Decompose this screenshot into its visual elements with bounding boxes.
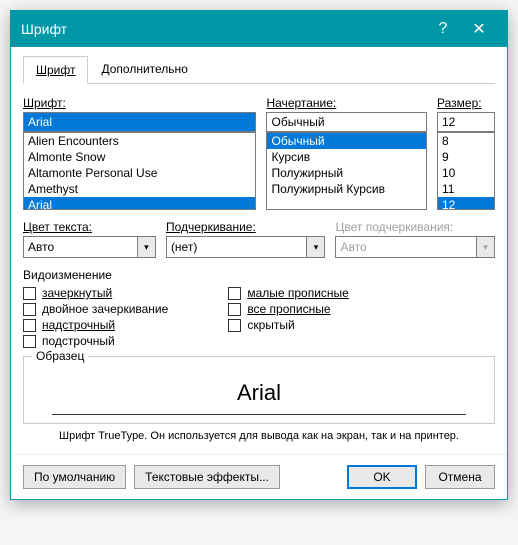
preview-label: Образец xyxy=(32,349,88,363)
list-item[interactable]: Arial xyxy=(24,197,255,210)
titlebar: Шрифт ? ✕ xyxy=(11,11,507,47)
font-label: Шрифт: xyxy=(23,96,256,110)
window-title: Шрифт xyxy=(21,21,425,37)
style-input[interactable]: Обычный xyxy=(266,112,427,132)
check-smallcaps[interactable]: малые прописные xyxy=(228,286,349,300)
style-listbox[interactable]: Обычный Курсив Полужирный Полужирный Кур… xyxy=(266,132,427,210)
underline-color-select: Авто ▾ xyxy=(335,236,495,258)
list-item[interactable]: Курсив xyxy=(267,149,426,165)
check-superscript[interactable]: надстрочный xyxy=(23,318,168,332)
list-item[interactable]: Amethyst xyxy=(24,181,255,197)
close-button[interactable]: ✕ xyxy=(461,19,497,39)
font-input[interactable]: Arial xyxy=(23,112,256,132)
list-item[interactable]: Alien Encounters xyxy=(24,133,255,149)
list-item[interactable]: Обычный xyxy=(267,133,426,149)
underline-select[interactable]: (нет) ▾ xyxy=(166,236,326,258)
button-row: По умолчанию Текстовые эффекты... OK Отм… xyxy=(11,454,507,499)
chevron-down-icon[interactable]: ▾ xyxy=(138,236,156,258)
list-item[interactable]: 11 xyxy=(438,181,494,197)
tab-font[interactable]: Шрифт xyxy=(23,56,88,84)
check-hidden[interactable]: скрытый xyxy=(228,318,349,332)
list-item[interactable]: Полужирный Курсив xyxy=(267,181,426,197)
check-double-strike[interactable]: двойное зачеркивание xyxy=(23,302,168,316)
color-select[interactable]: Авто ▾ xyxy=(23,236,156,258)
size-listbox[interactable]: 8 9 10 11 12 xyxy=(437,132,495,210)
list-item[interactable]: 8 xyxy=(438,133,494,149)
underline-label: Подчеркивание: xyxy=(166,220,326,234)
preview-text: Arial xyxy=(52,371,466,415)
size-label: Размер: xyxy=(437,96,495,110)
list-item[interactable]: 10 xyxy=(438,165,494,181)
cancel-button[interactable]: Отмена xyxy=(425,465,495,489)
font-description: Шрифт TrueType. Он используется для выво… xyxy=(23,430,495,442)
tabstrip: Шрифт Дополнительно xyxy=(23,55,495,84)
effects-label: Видоизменение xyxy=(23,268,495,282)
color-label: Цвет текста: xyxy=(23,220,156,234)
tab-advanced[interactable]: Дополнительно xyxy=(88,55,200,83)
default-button[interactable]: По умолчанию xyxy=(23,465,126,489)
chevron-down-icon[interactable]: ▾ xyxy=(307,236,325,258)
check-allcaps[interactable]: все прописные xyxy=(228,302,349,316)
list-item[interactable]: 12 xyxy=(438,197,494,210)
size-input[interactable]: 12 xyxy=(437,112,495,132)
check-subscript[interactable]: подстрочный xyxy=(23,334,168,348)
list-item[interactable]: 9 xyxy=(438,149,494,165)
list-item[interactable]: Полужирный xyxy=(267,165,426,181)
list-item[interactable]: Altamonte Personal Use xyxy=(24,165,255,181)
style-label: Начертание: xyxy=(266,96,427,110)
font-listbox[interactable]: Alien Encounters Almonte Snow Altamonte … xyxy=(23,132,256,210)
text-effects-button[interactable]: Текстовые эффекты... xyxy=(134,465,280,489)
chevron-down-icon: ▾ xyxy=(477,236,495,258)
font-dialog: Шрифт ? ✕ Шрифт Дополнительно Шрифт: Ari… xyxy=(10,10,508,500)
check-strikethrough[interactable]: зачеркнутый xyxy=(23,286,168,300)
ok-button[interactable]: OK xyxy=(347,465,417,489)
help-button[interactable]: ? xyxy=(425,20,461,38)
underline-color-label: Цвет подчеркивания: xyxy=(335,220,495,234)
list-item[interactable]: Almonte Snow xyxy=(24,149,255,165)
preview-group: Образец Arial xyxy=(23,356,495,424)
